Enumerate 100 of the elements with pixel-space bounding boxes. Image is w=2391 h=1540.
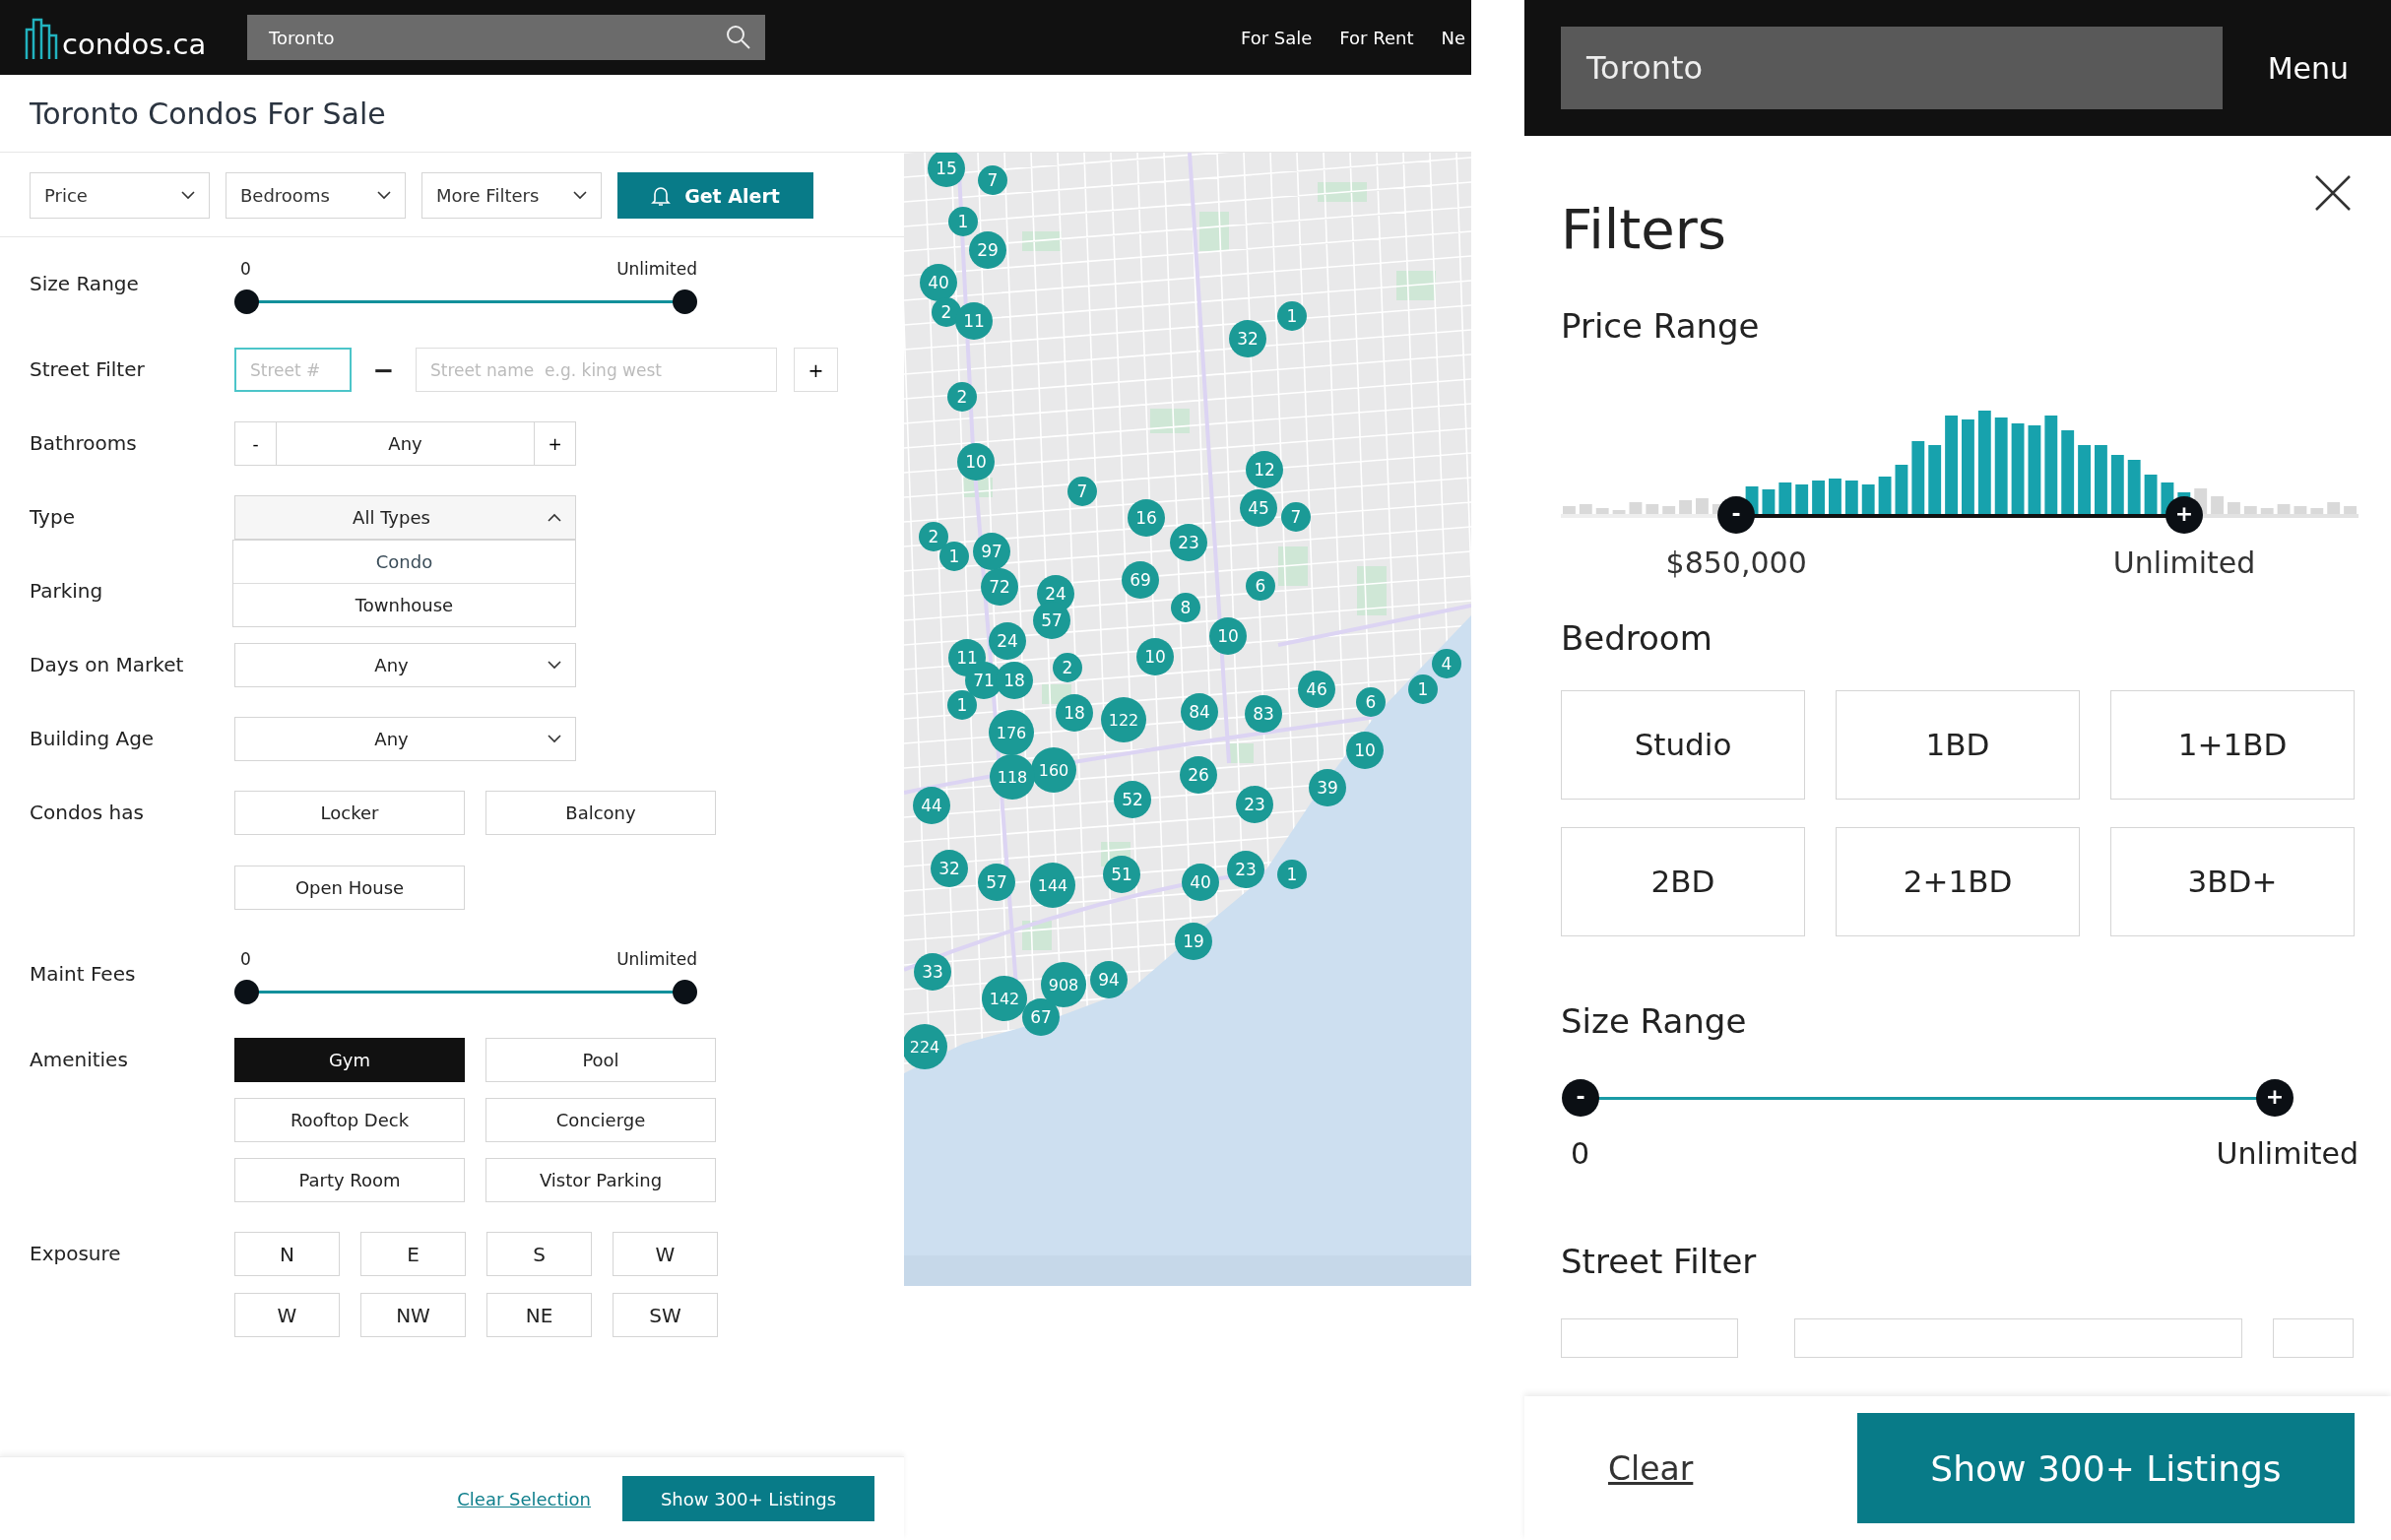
section-heading: Bedroom <box>1561 618 1713 659</box>
histogram-bar <box>1928 445 1942 514</box>
dropdown-option[interactable]: Condo <box>233 541 575 584</box>
clear-selection-link[interactable]: Clear Selection <box>457 1488 591 1509</box>
filter-toggle[interactable]: Balcony <box>485 791 716 835</box>
filter-toggle[interactable]: N <box>234 1232 340 1276</box>
filter-label: Building Age <box>29 726 156 752</box>
search-icon[interactable] <box>726 25 751 50</box>
filter-toggle[interactable]: SW <box>613 1293 718 1337</box>
filter-dropdown[interactable]: More Filters <box>421 172 602 219</box>
filter-label: Maint Fees <box>29 961 137 988</box>
filter-toggle[interactable]: Pool <box>485 1038 716 1082</box>
histogram-bar <box>1895 465 1908 514</box>
range-min-label: 0 <box>240 259 251 279</box>
filter-label: Bathrooms <box>29 430 138 457</box>
histogram-bar <box>1629 502 1643 514</box>
filter-toggle[interactable]: Party Room <box>234 1158 465 1202</box>
histogram-bar <box>1563 506 1576 514</box>
chevron-down-icon <box>573 191 587 200</box>
nav-link[interactable]: Ne <box>1441 27 1465 48</box>
select-dropdown[interactable]: Any <box>234 643 576 687</box>
histogram-bar <box>1762 489 1776 514</box>
range-max-label: Unlimited <box>2216 1135 2359 1171</box>
bedroom-option[interactable]: 2BD <box>1561 826 1805 936</box>
slider-thumb[interactable] <box>234 980 259 1004</box>
separator-dash: − <box>371 354 396 385</box>
section-heading: Price Range <box>1561 306 1761 347</box>
chevron-down-icon <box>548 735 561 743</box>
filter-toggle[interactable]: Gym <box>234 1038 465 1082</box>
search-field[interactable]: Toronto <box>1561 27 2223 109</box>
histogram-bar <box>1829 479 1842 514</box>
nav-link[interactable]: For Rent <box>1339 27 1414 48</box>
chevron-up-icon <box>548 513 561 522</box>
histogram-bar <box>2110 455 2124 514</box>
select-dropdown[interactable]: All Types <box>234 495 576 540</box>
filter-dropdown[interactable]: Bedrooms <box>226 172 406 219</box>
histogram-bar <box>1878 477 1892 514</box>
histogram-bar <box>1861 484 1875 514</box>
bedroom-option[interactable]: 1BD <box>1836 689 2080 800</box>
street-name-field[interactable]: Street name e.g. king west <box>416 348 777 392</box>
histogram-bar <box>2078 445 2091 514</box>
filter-label: Condos has <box>29 800 145 826</box>
filter-label: Street Filter <box>29 356 146 383</box>
filter-toggle[interactable]: NE <box>486 1293 592 1337</box>
add-button[interactable]: + <box>794 348 838 392</box>
bedroom-option[interactable]: Studio <box>1561 689 1805 800</box>
filter-toggle[interactable]: NW <box>360 1293 466 1337</box>
input-field[interactable] <box>2273 1318 2354 1359</box>
slider-thumb[interactable]: - <box>1562 1078 1599 1117</box>
histogram-bar <box>1696 498 1709 514</box>
section-heading: Size Range <box>1561 1000 1748 1042</box>
show-listings-button[interactable]: Show 300+ Listings <box>1857 1413 2355 1523</box>
filter-toggle[interactable]: Rooftop Deck <box>234 1098 465 1142</box>
get-alert-button[interactable]: Get Alert <box>617 172 813 219</box>
filter-label: Size Range <box>29 271 140 297</box>
input-field[interactable] <box>1794 1318 2242 1359</box>
street-number-field[interactable]: Street # <box>234 348 352 392</box>
bell-icon <box>651 184 672 207</box>
range-min-label: 0 <box>1571 1135 1590 1171</box>
slider-thumb[interactable] <box>673 980 697 1004</box>
filter-toggle[interactable]: S <box>486 1232 592 1276</box>
input-field[interactable] <box>1561 1318 1738 1359</box>
histogram-bar <box>1662 506 1676 514</box>
histogram-bar <box>1679 500 1692 514</box>
filter-toggle[interactable]: W <box>234 1293 340 1337</box>
logo-text[interactable]: condos.ca <box>62 31 207 59</box>
histogram-bar <box>1844 481 1858 514</box>
page-title: Toronto Condos For Sale <box>30 96 386 131</box>
filter-dropdown[interactable]: Price <box>30 172 210 219</box>
filter-toggle[interactable]: Concierge <box>485 1098 716 1142</box>
filter-label: Exposure <box>29 1241 122 1267</box>
select-dropdown[interactable]: Any <box>234 717 576 761</box>
filter-toggle[interactable]: Vistor Parking <box>485 1158 716 1202</box>
clear-link[interactable]: Clear <box>1608 1448 1694 1488</box>
slider-thumb[interactable]: + <box>2256 1078 2294 1117</box>
menu-button[interactable]: Menu <box>2261 49 2355 87</box>
filter-label: Type <box>29 504 76 531</box>
range-min-label: 0 <box>240 949 251 969</box>
bedroom-option[interactable]: 2+1BD <box>1836 826 2080 936</box>
filter-toggle[interactable]: Locker <box>234 791 465 835</box>
price-max-label: Unlimited <box>2112 545 2256 580</box>
histogram-bar <box>2144 475 2158 514</box>
slider-thumb[interactable] <box>673 289 697 314</box>
filter-toggle[interactable]: Open House <box>234 866 465 910</box>
show-listings-button[interactable]: Show 300+ Listings <box>622 1476 874 1521</box>
dropdown-option[interactable]: Townhouse <box>233 584 575 626</box>
filter-label: Parking <box>29 578 104 605</box>
chevron-down-icon <box>181 191 195 200</box>
filter-toggle[interactable]: W <box>613 1232 718 1276</box>
slider-thumb[interactable]: - <box>1717 496 1756 534</box>
nav-link[interactable]: For Sale <box>1240 27 1313 48</box>
histogram-bar <box>1812 481 1825 514</box>
histogram-bar <box>1778 482 1792 514</box>
range-max-label: Unlimited <box>616 259 697 279</box>
slider-thumb[interactable] <box>234 289 259 314</box>
filter-toggle[interactable]: E <box>360 1232 466 1276</box>
bedroom-option[interactable]: 3BD+ <box>2110 826 2355 936</box>
search-field[interactable]: Toronto <box>247 15 765 60</box>
close-icon[interactable] <box>2314 174 2352 212</box>
bedroom-option[interactable]: 1+1BD <box>2110 689 2355 800</box>
